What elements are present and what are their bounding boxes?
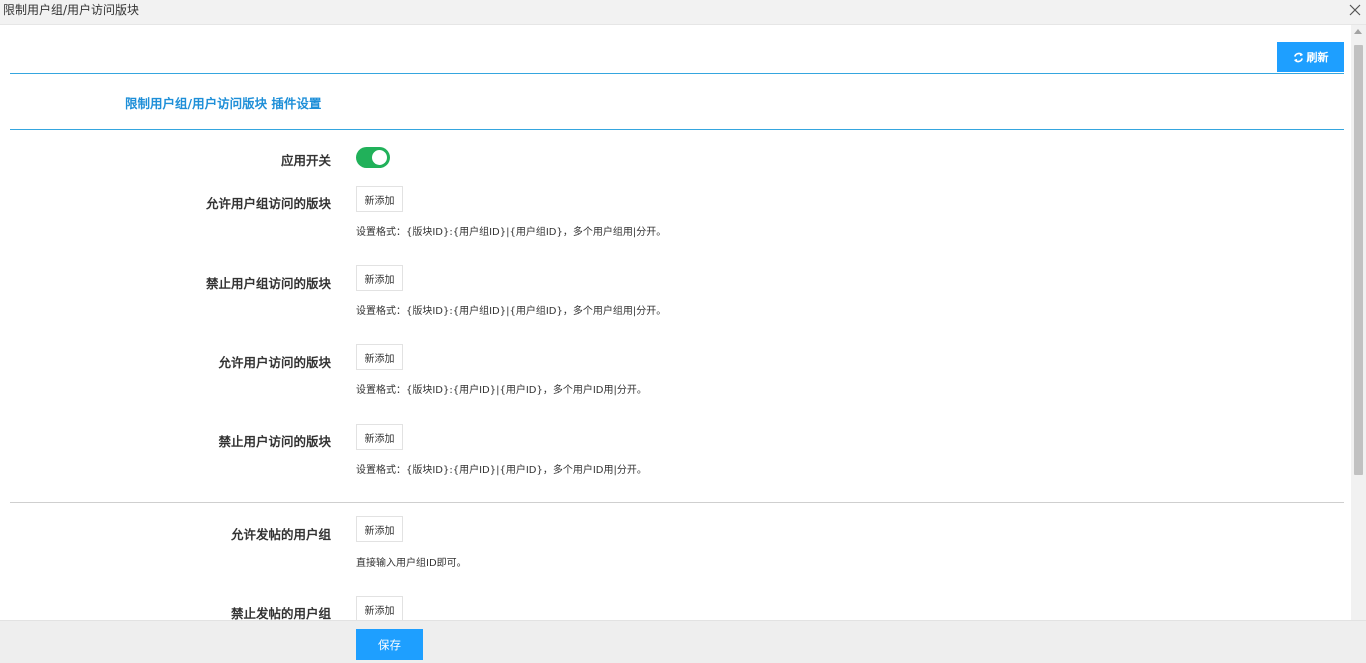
add-button[interactable]: 新添加	[356, 424, 403, 450]
add-button[interactable]: 新添加	[356, 265, 403, 291]
refresh-icon	[1293, 52, 1303, 62]
add-button[interactable]: 新添加	[356, 596, 403, 620]
toggle-knob	[372, 150, 387, 165]
field-hint: 直接输入用户组ID即可。	[356, 558, 467, 569]
field-label: 禁止发帖的用户组	[230, 606, 331, 620]
field-label: 允许发帖的用户组	[230, 527, 331, 542]
save-button[interactable]: 保存	[356, 629, 423, 660]
field-hint: 设置格式：{版块ID}:{用户ID}|{用户ID}，多个用户ID用|分开。	[356, 385, 647, 396]
divider	[10, 502, 1344, 503]
field-hint: 设置格式：{版块ID}:{用户组ID}|{用户组ID}，多个用户组用|分开。	[356, 306, 667, 317]
footer-bar: 保存	[0, 620, 1366, 663]
divider	[10, 129, 1344, 130]
add-button[interactable]: 新添加	[356, 516, 403, 542]
field-label: 允许用户访问的版块	[218, 355, 331, 370]
field-hint: 设置格式：{版块ID}:{用户组ID}|{用户组ID}，多个用户组用|分开。	[356, 227, 667, 238]
field-hint: 设置格式：{版块ID}:{用户ID}|{用户ID}，多个用户ID用|分开。	[356, 465, 647, 476]
window-titlebar: 限制用户组/用户访问版块	[0, 0, 1366, 25]
refresh-label: 刷新	[1306, 52, 1329, 64]
add-button[interactable]: 新添加	[356, 186, 403, 212]
refresh-button[interactable]: 刷新	[1277, 42, 1344, 72]
add-button[interactable]: 新添加	[356, 344, 403, 370]
scrollbar-thumb[interactable]	[1354, 45, 1363, 475]
field-label: 禁止用户组访问的版块	[205, 276, 331, 291]
field-label: 禁止用户访问的版块	[218, 434, 331, 449]
switch-label: 应用开关	[280, 153, 331, 168]
scroll-up-arrow-icon[interactable]	[1354, 29, 1362, 34]
app-switch-toggle[interactable]	[356, 147, 390, 168]
close-icon[interactable]	[1346, 1, 1364, 19]
window-title: 限制用户组/用户访问版块	[3, 3, 140, 17]
divider	[10, 73, 1344, 74]
section-title: 限制用户组/用户访问版块 插件设置	[125, 96, 322, 111]
vertical-scrollbar[interactable]	[1351, 25, 1366, 620]
settings-panel: 刷新 限制用户组/用户访问版块 插件设置 应用开关 允许用户组访问的版块 新添加…	[0, 25, 1351, 620]
field-label: 允许用户组访问的版块	[205, 196, 331, 211]
